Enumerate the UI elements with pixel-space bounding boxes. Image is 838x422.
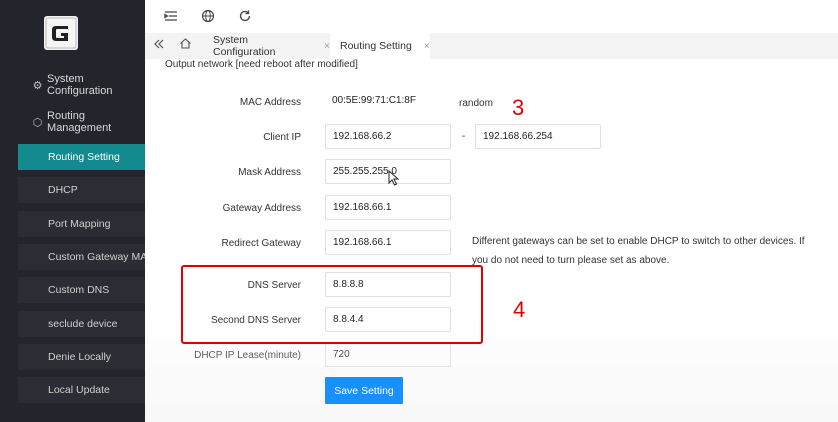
gateway-address-input[interactable]: 192.168.66.1	[325, 195, 451, 220]
menu-fold-icon[interactable]	[163, 9, 179, 25]
top-toolbar	[145, 0, 838, 33]
sidebar-item-custom-dns[interactable]: Custom DNS	[18, 277, 145, 303]
sidebar-item-dhcp[interactable]: DHCP	[18, 177, 145, 203]
sidebar-item-routing-setting[interactable]: Routing Setting	[18, 144, 145, 170]
mac-address-label: MAC Address	[239, 97, 301, 108]
routing-setting-form: Output network [need reboot after modifi…	[145, 59, 838, 422]
tab-routing-setting[interactable]: Routing Setting ×	[330, 33, 430, 59]
client-ip-start-input[interactable]: 192.168.66.2	[325, 124, 451, 149]
dhcp-lease-input[interactable]: 720	[325, 342, 451, 367]
close-icon[interactable]: ×	[424, 41, 430, 52]
sidebar-item-port-mapping[interactable]: Port Mapping	[18, 211, 145, 237]
redirect-gateway-hint: Different gateways can be set to enable …	[472, 236, 805, 266]
annotation-highlight-box	[181, 265, 483, 344]
sidebar-group-routing-management[interactable]: ⬡ Routing Management	[0, 107, 145, 137]
sidebar: ⚙ System Configuration ⬡ Routing Managem…	[0, 0, 145, 422]
sidebar-group-label: Routing Management	[47, 110, 112, 134]
random-link[interactable]: random	[459, 98, 493, 109]
client-ip-label: Client IP	[263, 132, 301, 143]
globe-icon[interactable]	[200, 9, 216, 25]
client-ip-end-input[interactable]: 192.168.66.254	[475, 124, 601, 149]
sidebar-item-local-update[interactable]: Local Update	[18, 377, 145, 403]
annotation-step-3: 3	[512, 95, 525, 120]
sidebar-item-custom-gateway-mac[interactable]: Custom Gateway MAC	[18, 244, 145, 270]
sidebar-item-seclude-device[interactable]: seclude device	[18, 311, 145, 337]
home-icon[interactable]	[179, 37, 192, 55]
save-setting-button[interactable]: Save Setting	[325, 377, 403, 404]
tab-bar: System Configuration × Routing Setting ×	[145, 33, 838, 60]
mouse-cursor-icon	[388, 169, 400, 191]
range-separator: -	[462, 131, 466, 142]
sidebar-group-system-configuration[interactable]: ⚙ System Configuration	[0, 70, 145, 100]
double-chevron-left-icon[interactable]	[153, 37, 165, 55]
gear-icon: ⚙	[32, 79, 43, 92]
section-title: Output network [need reboot after modifi…	[165, 59, 358, 70]
sidebar-group-label: System Configuration	[47, 73, 113, 97]
annotation-step-4: 4	[513, 297, 526, 322]
mask-address-label: Mask Address	[238, 167, 301, 178]
redirect-gateway-label: Redirect Gateway	[221, 238, 301, 249]
mac-address-value: 00:5E:99:71:C1:8F	[325, 89, 451, 114]
tab-system-configuration[interactable]: System Configuration ×	[204, 33, 330, 59]
refresh-icon[interactable]	[237, 9, 253, 25]
cube-icon: ⬡	[32, 116, 43, 129]
app-logo	[44, 16, 78, 50]
redirect-gateway-input[interactable]: 192.168.66.1	[325, 230, 451, 255]
dhcp-lease-label: DHCP IP Lease(minute)	[194, 350, 301, 361]
gateway-address-label: Gateway Address	[222, 203, 301, 214]
sidebar-item-denie-locally[interactable]: Denie Locally	[18, 344, 145, 370]
